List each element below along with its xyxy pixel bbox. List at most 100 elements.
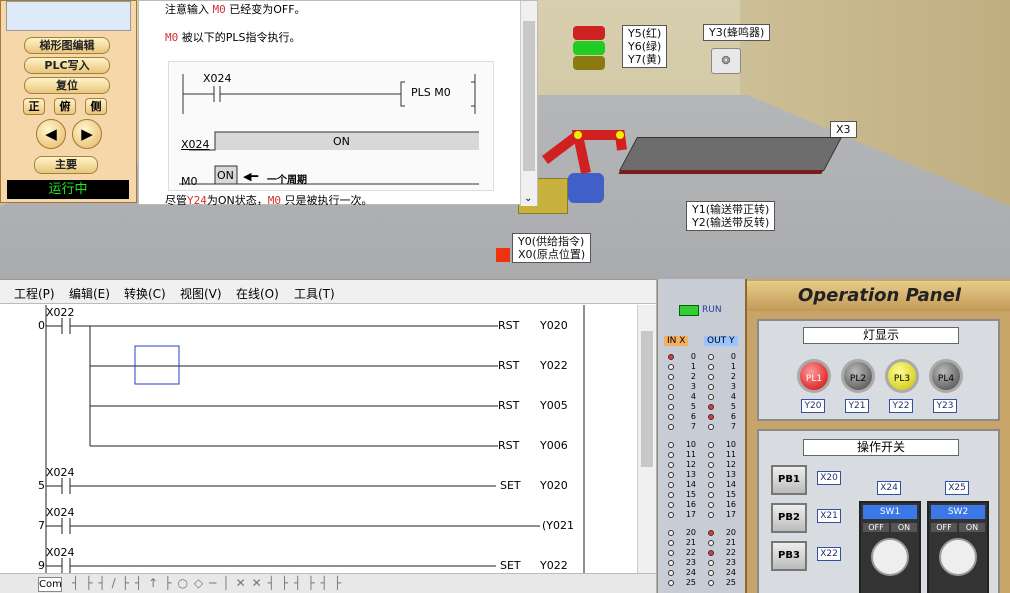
rotary-knob-icon[interactable] <box>871 538 909 576</box>
switch-section: 操作开关 PB1 PB2 PB3 X20 X21 X22 X24 X25 SW1… <box>757 429 1000 593</box>
help-line3: 尽管Y24为ON状态，M0 只是被执行一次。 <box>165 194 373 205</box>
sw1-off[interactable]: OFF <box>863 523 889 532</box>
step-7: 7 <box>38 519 45 532</box>
scroll-thumb[interactable] <box>523 21 535 171</box>
next-arrow-icon[interactable]: ▶ <box>72 119 102 149</box>
chevron-down-icon[interactable]: ⌄ <box>524 193 532 204</box>
output-led <box>708 384 714 390</box>
menu-online[interactable]: 在线(O) <box>236 285 279 302</box>
buzzer-icon: ❂ <box>711 48 741 74</box>
ladder-scrollbar[interactable] <box>637 305 656 573</box>
io-row: 66 <box>658 412 746 422</box>
ladder-canvas[interactable]: 0 X022 RST Y020 RST Y022 RST Y005 RST Y0… <box>0 305 637 573</box>
input-led <box>668 560 674 566</box>
io-row: 20 20 <box>658 528 746 538</box>
input-led <box>668 404 674 410</box>
supply-label: Y0(供给指令) X0(原点位置) <box>512 233 592 263</box>
output-led <box>708 560 714 566</box>
rung-contact-label: X024 <box>203 72 232 85</box>
pb1-button[interactable]: PB1 <box>771 465 807 495</box>
io-monitor: RUN IN X OUT Y 0 0 1 1 2 2 3 3 4 4 5 5 6 6 7 7 10 10 11 11 1… <box>657 279 745 593</box>
lamp-pl4: PL4 <box>929 359 963 393</box>
input-num: 21 <box>685 538 696 547</box>
input-led <box>668 394 674 400</box>
sw1-switch[interactable]: SW1 OFF ON <box>859 501 921 593</box>
input-num: 13 <box>685 470 696 479</box>
input-led <box>668 512 674 518</box>
pb-addr-x20: X20 <box>817 471 841 485</box>
ladder-edit-button[interactable]: 梯形图编辑 <box>24 37 110 54</box>
sw1-on[interactable]: ON <box>891 523 917 532</box>
io-row: 15 15 <box>658 490 746 500</box>
prev-arrow-icon[interactable]: ◀ <box>36 119 66 149</box>
menu-project[interactable]: 工程(P) <box>14 285 55 302</box>
io-row: 17 17 <box>658 510 746 520</box>
input-num: 17 <box>685 510 696 519</box>
menu-view[interactable]: 视图(V) <box>180 285 222 302</box>
pb3-button[interactable]: PB3 <box>771 541 807 571</box>
input-led <box>668 374 674 380</box>
input-led <box>668 442 674 448</box>
output-num: 6 <box>730 412 736 421</box>
output-led <box>708 404 714 410</box>
mascot-image <box>6 1 131 31</box>
menu-convert[interactable]: 转换(C) <box>124 285 166 302</box>
scroll-thumb[interactable] <box>641 331 653 467</box>
input-num: 4 <box>690 392 696 401</box>
sw2-on[interactable]: ON <box>959 523 985 532</box>
com-button[interactable]: Com <box>38 577 62 592</box>
input-led <box>668 492 674 498</box>
output-num: 17 <box>725 510 736 519</box>
input-num: 25 <box>685 578 696 587</box>
input-num: 22 <box>685 548 696 557</box>
contact-x024-c: X024 <box>46 546 75 559</box>
output-num: 15 <box>725 490 736 499</box>
x3-label: X3 <box>830 121 857 138</box>
input-num: 24 <box>685 568 696 577</box>
pb-addr-x22: X22 <box>817 547 841 561</box>
pb2-button[interactable]: PB2 <box>771 503 807 533</box>
lamp-pl2: PL2 <box>841 359 875 393</box>
main-button[interactable]: 主要 <box>34 156 98 174</box>
target-1: Y020 <box>540 319 568 332</box>
output-led <box>708 530 714 536</box>
target-6: Y022 <box>540 559 568 572</box>
io-row: 13 13 <box>658 470 746 480</box>
control-panel: 梯形图编辑 PLC写入 复位 正 俯 侧 ◀ ▶ 主要 运行中 <box>0 0 137 203</box>
view-front-button[interactable]: 正 <box>23 98 45 115</box>
menu-tools[interactable]: 工具(T) <box>294 285 335 302</box>
input-num: 23 <box>685 558 696 567</box>
coil-y021: (Y021 <box>542 519 575 532</box>
io-row: 22 <box>658 372 746 382</box>
output-num: 3 <box>730 382 736 391</box>
toolbar-icons[interactable]: ┤├┤/├┤↑├○◇─│✕✕┤├┤├┤├ <box>72 576 347 590</box>
input-led <box>668 472 674 478</box>
view-top-button[interactable]: 俯 <box>54 98 76 115</box>
step-0: 0 <box>38 319 45 332</box>
contact-x022: X022 <box>46 306 75 319</box>
view-side-button[interactable]: 侧 <box>85 98 107 115</box>
input-led <box>668 580 674 586</box>
rotary-knob-icon[interactable] <box>939 538 977 576</box>
output-num: 21 <box>725 538 736 547</box>
output-led <box>708 462 714 468</box>
timing-m-label: M0 <box>181 175 198 188</box>
output-num: 7 <box>730 422 736 431</box>
menu-edit[interactable]: 编辑(E) <box>69 285 110 302</box>
lamp-header: 灯显示 <box>803 327 959 344</box>
io-row: 22 22 <box>658 548 746 558</box>
plc-write-button[interactable]: PLC写入 <box>24 57 110 74</box>
input-led <box>668 502 674 508</box>
io-row: 21 21 <box>658 538 746 548</box>
io-row: 25 25 <box>658 578 746 588</box>
output-led <box>708 364 714 370</box>
output-led <box>708 502 714 508</box>
sw2-off[interactable]: OFF <box>931 523 957 532</box>
in-label: IN X <box>664 336 689 346</box>
switch-header: 操作开关 <box>803 439 959 456</box>
help-line2: M0 被以下的PLS指令执行。 <box>165 31 301 44</box>
sw2-switch[interactable]: SW2 OFF ON <box>927 501 989 593</box>
io-row: 77 <box>658 422 746 432</box>
reset-button[interactable]: 复位 <box>24 77 110 94</box>
help-scrollbar[interactable]: ⌄ <box>520 1 537 206</box>
